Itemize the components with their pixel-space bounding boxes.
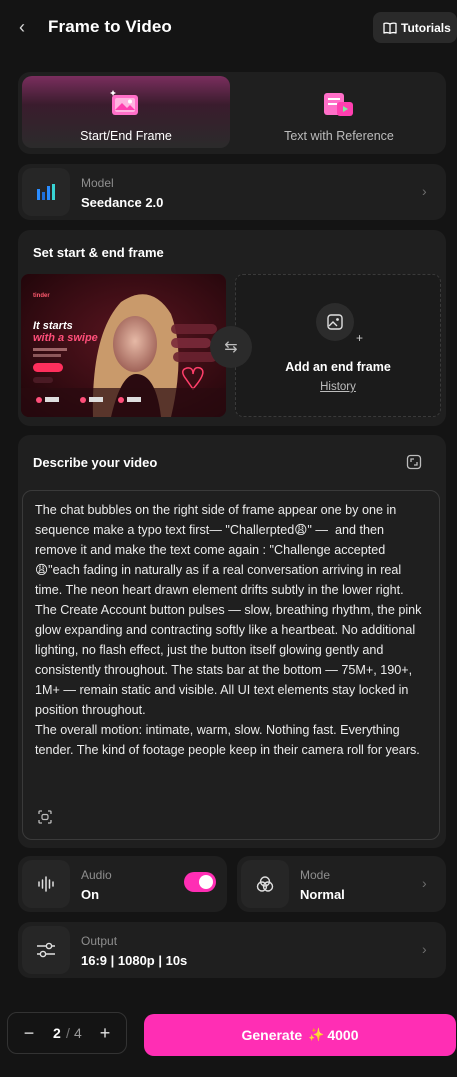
history-link[interactable]: History [236,381,440,393]
text-video-icon [324,93,353,116]
chevron-right-icon: › [422,875,427,891]
start-frame-image[interactable]: tinder It starts with a swipe [21,274,226,417]
audio-setting: Audio On [18,856,227,912]
toggle-knob [199,875,213,889]
audio-icon-box [22,860,70,908]
swap-icon: ⇆ [224,339,238,356]
tab-label: Text with Reference [284,129,394,143]
model-label: Model [81,176,114,190]
frame-headline-2: with a swipe [33,332,98,344]
frame-headline-1: It starts [33,320,73,332]
back-icon[interactable]: ‹ [12,16,32,38]
frames-section: Set start & end frame tinder It starts w… [18,230,446,426]
audio-label: Audio [81,868,112,882]
tutorials-label: Tutorials [401,20,451,35]
frames-icon [110,90,138,115]
sliders-icon [37,942,55,958]
quantity-value: 2 [53,1025,61,1041]
model-icon-box [22,168,70,216]
increment-button[interactable]: + [94,1021,116,1045]
footer-bar: − 2 / 4 + Generate ✨ 4000 [0,996,457,1077]
plus-icon: + [356,331,364,345]
swap-frames-button[interactable]: ⇆ [210,326,252,368]
prompt-textarea[interactable]: The chat bubbles on the right side of fr… [22,490,440,840]
start-frame-thumbnail: tinder It starts with a swipe [21,274,226,417]
audio-value: On [81,887,100,902]
generate-label: Generate [241,1027,303,1043]
generate-button[interactable]: Generate ✨ 4000 [144,1014,456,1056]
mode-tabs: Start/End Frame Text with Reference [18,72,446,154]
mode-icon-box [241,860,289,908]
quantity-stepper: − 2 / 4 + [7,1012,127,1054]
frames-title: Set start & end frame [33,245,164,260]
sparkle-icon: ✨ [308,1027,325,1042]
prompt-text: The chat bubbles on the right side of fr… [35,503,422,757]
quantity-separator: / [66,1025,70,1041]
mode-label: Mode [300,868,331,882]
end-frame-dropzone[interactable]: + Add an end frame History [235,274,441,417]
scan-icon[interactable] [37,809,53,825]
prompt-title: Describe your video [33,455,158,470]
tab-label: Start/End Frame [80,129,172,143]
tab-start-end-frame[interactable]: Start/End Frame [22,76,230,148]
bars-icon [37,184,55,200]
page-title: Frame to Video [48,17,172,36]
generate-cost: 4000 [327,1027,359,1043]
expand-icon[interactable] [406,454,422,470]
output-selector[interactable]: Output 16:9 | 1080p | 10s › [18,922,446,978]
mode-circles-icon [256,876,274,892]
output-label: Output [81,934,118,948]
decrement-button[interactable]: − [18,1021,40,1045]
end-frame-label: Add an end frame [285,360,391,374]
tutorials-button[interactable]: Tutorials [373,12,457,43]
header-bar: ‹ Frame to Video Tutorials [0,0,457,56]
audio-toggle[interactable] [184,872,216,892]
model-value: Seedance 2.0 [81,195,164,210]
output-value: 16:9 | 1080p | 10s [81,953,188,968]
output-icon-box [22,926,70,974]
prompt-section: Describe your video The chat bubbles on … [18,435,446,848]
mode-value: Normal [300,887,345,902]
book-icon [383,21,397,34]
chevron-right-icon: › [422,941,427,957]
audio-wave-icon [38,876,54,892]
mode-selector[interactable]: Mode Normal › [237,856,446,912]
chevron-right-icon: › [422,183,427,199]
frame-brand-text: tinder [33,293,50,299]
model-selector[interactable]: Model Seedance 2.0 › [18,164,446,220]
tab-text-with-reference[interactable]: Text with Reference [236,76,442,148]
image-upload-icon [327,314,343,330]
quantity-total: 4 [74,1025,82,1041]
end-frame-upload-button[interactable] [316,303,354,341]
